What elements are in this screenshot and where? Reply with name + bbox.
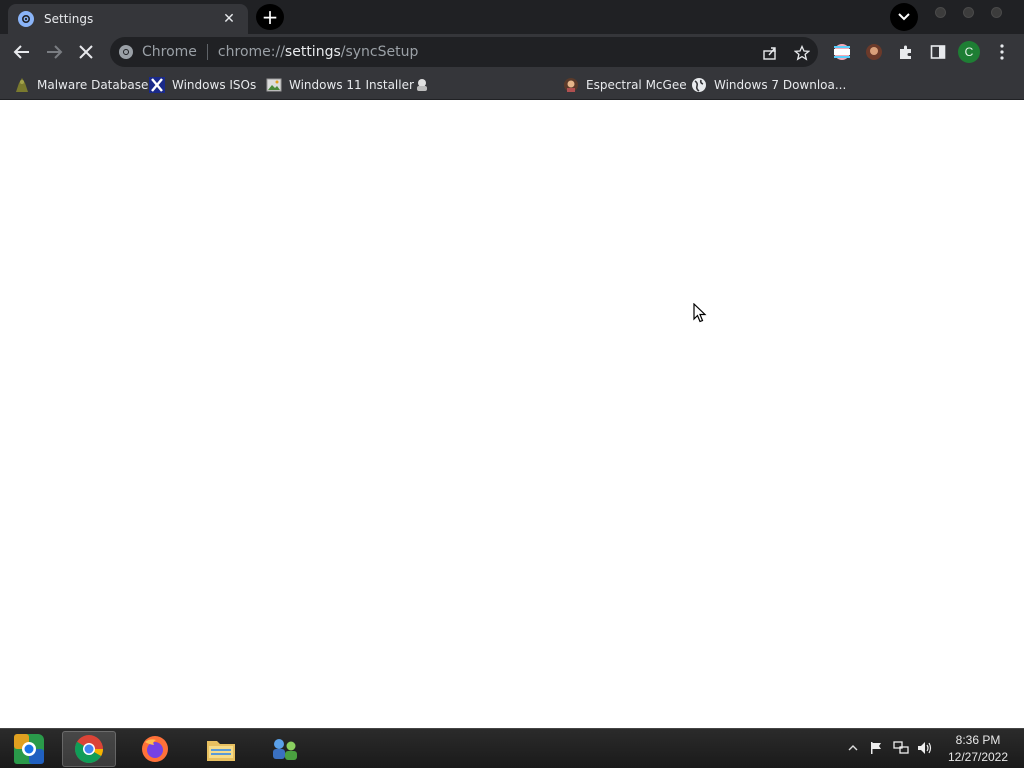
bookmark-label: Espectral McGee <box>586 78 687 92</box>
extension-flag-icon[interactable] <box>832 42 852 62</box>
new-tab-button[interactable]: + <box>256 4 284 30</box>
site-chip-label: Chrome <box>142 44 197 60</box>
taskbar-network-app[interactable] <box>258 731 312 767</box>
bookmarks-bar: Malware Database Windows ISOs Windows 11… <box>0 70 1024 100</box>
url-text: chrome://settings/syncSetup <box>218 44 418 60</box>
minimize-button[interactable] <box>935 7 946 18</box>
taskbar-firefox[interactable] <box>128 731 182 767</box>
globe-icon <box>691 77 707 93</box>
bookmark-item[interactable] <box>414 75 437 95</box>
url-path: /syncSetup <box>340 44 419 60</box>
site-icon <box>414 77 430 93</box>
site-info-chip[interactable]: Chrome <box>118 44 197 60</box>
arrow-right-icon <box>47 45 63 59</box>
extension-avatar-icon[interactable] <box>864 42 884 62</box>
firefox-logo-icon <box>142 736 168 762</box>
show-hidden-icons-chevron-up-icon[interactable] <box>845 740 861 756</box>
mouse-cursor-icon <box>693 303 707 323</box>
bookmark-item[interactable]: Espectral McGee <box>563 75 687 95</box>
kebab-menu-icon[interactable] <box>992 42 1012 62</box>
bookmark-label: Windows 7 Downloa... <box>714 78 847 92</box>
side-panel-icon[interactable] <box>928 42 948 62</box>
start-orb-icon <box>14 734 44 764</box>
share-icon[interactable] <box>761 44 779 62</box>
omnibox-divider <box>206 44 208 60</box>
close-window-button[interactable] <box>991 7 1002 18</box>
chevron-down-icon <box>898 13 910 21</box>
system-clock[interactable]: 8:36 PM 12/27/2022 <box>938 732 1018 766</box>
tab-strip: Settings ✕ + <box>0 0 1024 34</box>
toolbar: Chrome chrome://settings/syncSetup C <box>0 34 1024 70</box>
network-users-icon <box>273 739 297 760</box>
avatar-icon <box>563 77 579 93</box>
puzzle-icon[interactable] <box>896 42 916 62</box>
bookmark-label: Windows ISOs <box>172 78 257 92</box>
clock-date: 12/27/2022 <box>947 750 1009 764</box>
bookmark-item[interactable]: Windows 7 Downloa... <box>691 75 846 95</box>
bookmark-star-icon[interactable] <box>793 44 811 62</box>
network-status-icon[interactable] <box>893 740 909 756</box>
browser-window: Settings ✕ + Chrome chrome://settings/sy… <box>0 0 1024 768</box>
maximize-button[interactable] <box>963 7 974 18</box>
chrome-logo-icon <box>119 45 133 59</box>
url-prefix: chrome:// <box>217 44 285 60</box>
folder-icon <box>207 741 235 761</box>
bookmark-item[interactable]: Windows ISOs <box>149 75 256 95</box>
clock-time: 8:36 PM <box>955 733 1001 747</box>
bookmark-item[interactable]: Malware Database <box>14 75 148 95</box>
tab-settings[interactable]: Settings ✕ <box>8 4 248 34</box>
taskbar-file-explorer[interactable] <box>194 731 248 767</box>
action-center-flag-icon[interactable] <box>868 740 884 756</box>
chrome-logo-icon <box>75 735 103 763</box>
close-icon <box>79 45 93 59</box>
page-content[interactable] <box>0 101 1024 728</box>
forward-button[interactable] <box>40 38 68 66</box>
x-icon <box>149 77 165 93</box>
back-button[interactable] <box>8 38 36 66</box>
arrow-left-icon <box>13 45 29 59</box>
malware-icon <box>14 77 30 93</box>
volume-icon[interactable] <box>917 740 933 756</box>
start-button[interactable] <box>2 731 56 767</box>
url-host: settings <box>284 44 341 60</box>
address-bar[interactable]: Chrome chrome://settings/syncSetup <box>110 37 818 67</box>
bookmark-label: Malware Database <box>37 78 149 92</box>
tab-close-icon[interactable]: ✕ <box>220 11 238 27</box>
tab-search-button[interactable] <box>890 3 918 31</box>
tab-title: Settings <box>44 12 94 26</box>
bookmark-item[interactable]: Windows 11 Installer <box>266 75 414 95</box>
taskbar: 8:36 PM 12/27/2022 <box>0 728 1024 768</box>
taskbar-chrome[interactable] <box>62 731 116 767</box>
bookmark-label: Windows 11 Installer <box>289 78 414 92</box>
settings-gear-icon <box>18 11 34 27</box>
image-icon <box>266 77 282 93</box>
profile-avatar[interactable]: C <box>958 41 980 63</box>
stop-loading-button[interactable] <box>72 38 100 66</box>
